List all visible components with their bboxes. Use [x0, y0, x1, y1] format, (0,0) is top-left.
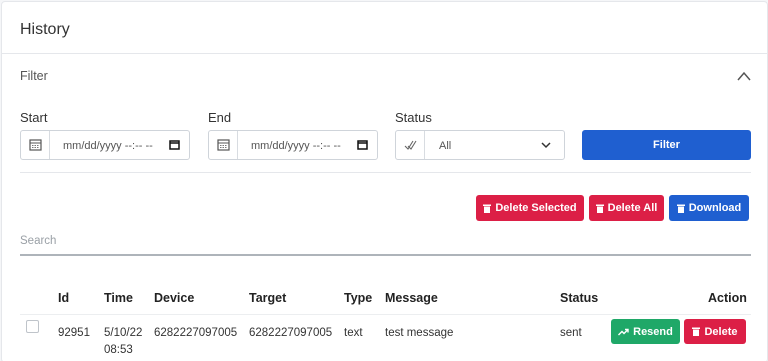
- status-select[interactable]: All: [395, 130, 565, 160]
- resend-icon: [618, 328, 629, 335]
- delete-selected-label: Delete Selected: [495, 202, 577, 214]
- calendar-icon: [21, 131, 50, 159]
- cell-device: 6282227097005: [154, 327, 238, 339]
- col-header-target: Target: [249, 291, 287, 305]
- cell-type: text: [344, 327, 363, 339]
- check-icon: [396, 131, 425, 159]
- calendar-icon: [209, 131, 238, 159]
- start-placeholder: mm/dd/yyyy --:-- --: [63, 140, 153, 152]
- page-title: History: [20, 21, 70, 38]
- resend-label: Resend: [633, 325, 673, 338]
- cell-time-clock: 08:53: [104, 344, 133, 356]
- delete-selected-button[interactable]: Delete Selected: [476, 195, 584, 221]
- start-datetime-input[interactable]: mm/dd/yyyy --:-- --: [20, 130, 190, 160]
- col-header-status: Status: [560, 291, 599, 305]
- calendar-picker-icon[interactable]: [357, 139, 368, 150]
- end-datetime-input[interactable]: mm/dd/yyyy --:-- --: [208, 130, 378, 160]
- delete-all-button[interactable]: Delete All: [589, 195, 664, 221]
- filter-section-title[interactable]: Filter: [20, 69, 48, 83]
- row-delete-button[interactable]: Delete: [684, 319, 746, 344]
- col-header-type: Type: [344, 291, 373, 305]
- trash-icon: [595, 204, 604, 213]
- col-header-action: Action: [708, 291, 747, 305]
- cell-status: sent: [560, 327, 582, 339]
- trash-icon: [676, 204, 685, 213]
- search-underline: [20, 254, 751, 256]
- start-label: Start: [20, 110, 48, 125]
- status-label: Status: [395, 110, 432, 125]
- download-button[interactable]: Download: [669, 195, 749, 221]
- filter-button[interactable]: Filter: [582, 130, 751, 160]
- trash-icon: [483, 204, 492, 213]
- card-header: History: [2, 2, 767, 54]
- cell-time-date: 5/10/22: [104, 327, 143, 339]
- cell-target: 6282227097005: [249, 327, 333, 339]
- resend-button[interactable]: Resend: [611, 319, 680, 344]
- chevron-up-icon[interactable]: [736, 70, 752, 82]
- download-label: Download: [688, 202, 742, 214]
- cell-id: 92951: [58, 327, 90, 339]
- end-label: End: [208, 110, 232, 125]
- calendar-picker-icon[interactable]: [169, 139, 180, 150]
- col-header-message: Message: [385, 291, 438, 305]
- col-header-device: Device: [154, 291, 195, 305]
- col-header-time: Time: [104, 291, 133, 305]
- chevron-down-icon: [541, 142, 551, 149]
- table-header-divider: [20, 314, 751, 315]
- col-header-id: Id: [58, 291, 70, 305]
- row-checkbox[interactable]: [26, 320, 39, 333]
- delete-all-label: Delete All: [607, 202, 658, 214]
- cell-message: test message: [385, 327, 454, 339]
- search-input[interactable]: Search: [20, 235, 56, 247]
- divider: [20, 172, 751, 173]
- history-card: History Filter Start mm/dd/yyyy --:-- --…: [1, 1, 768, 361]
- end-placeholder: mm/dd/yyyy --:-- --: [251, 140, 341, 152]
- status-value: All: [439, 140, 452, 152]
- trash-icon: [692, 327, 701, 336]
- row-delete-label: Delete: [704, 325, 738, 338]
